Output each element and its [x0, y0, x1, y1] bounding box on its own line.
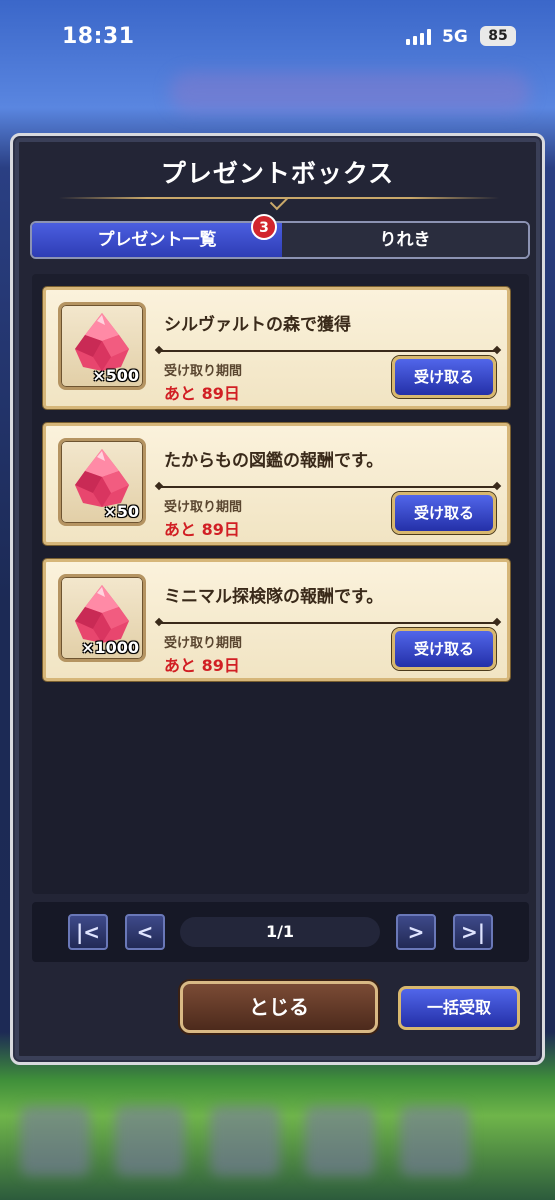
remaining-days: あと 89日: [164, 520, 240, 539]
next-page-button[interactable]: >: [396, 914, 436, 950]
item-quantity: ×1000: [81, 638, 139, 657]
present-item: ×500 シルヴァルトの森で獲得 受け取り期間 あと 89日 受け取る: [43, 287, 510, 409]
tab-present-list[interactable]: プレゼント一覧: [32, 223, 282, 257]
remaining-days: あと 89日: [164, 656, 240, 675]
clock: 18:31: [62, 24, 135, 49]
title-ornament: [269, 191, 289, 211]
notification-badge: 3: [251, 214, 277, 240]
battery-icon: 85: [480, 26, 516, 46]
period-label: 受け取り期間: [164, 636, 243, 651]
receive-button[interactable]: 受け取る: [392, 628, 496, 670]
status-bar: 18:31 5G 85: [0, 0, 555, 72]
close-button[interactable]: とじる: [180, 981, 378, 1033]
item-title: たからもの図鑑の報酬です。: [164, 451, 384, 471]
item-icon-frame: ×500: [58, 302, 146, 390]
tab-history[interactable]: りれき: [282, 223, 528, 257]
tab-bar: プレゼント一覧 りれき: [30, 221, 530, 259]
signal-icon: [406, 29, 434, 45]
page-indicator: 1/1: [180, 917, 380, 947]
blurred-background-menu: [0, 1088, 555, 1200]
item-icon-frame: ×50: [58, 438, 146, 526]
gem-icon: [75, 585, 129, 643]
item-quantity: ×50: [103, 502, 139, 521]
period-label: 受け取り期間: [164, 500, 243, 515]
item-quantity: ×500: [92, 366, 139, 385]
present-box-dialog: プレゼントボックス プレゼント一覧 りれき 3 ×500 シルヴァルトの森で獲得…: [10, 133, 545, 1065]
blurred-background-header: [170, 72, 530, 112]
item-divider: [158, 622, 498, 624]
remaining-days: あと 89日: [164, 384, 240, 403]
period-label: 受け取り期間: [164, 364, 243, 379]
present-item: ×1000 ミニマル探検隊の報酬です。 受け取り期間 あと 89日 受け取る: [43, 559, 510, 681]
first-page-button[interactable]: |<: [68, 914, 108, 950]
present-item: ×50 たからもの図鑑の報酬です。 受け取り期間 あと 89日 受け取る: [43, 423, 510, 545]
receive-button[interactable]: 受け取る: [392, 492, 496, 534]
dialog-title: プレゼントボックス: [160, 159, 395, 188]
item-title: シルヴァルトの森で獲得: [164, 315, 351, 335]
item-title: ミニマル探検隊の報酬です。: [164, 587, 384, 607]
gem-icon: [75, 449, 129, 507]
item-icon-frame: ×1000: [58, 574, 146, 662]
pagination-bar: |< < 1/1 > >|: [32, 902, 529, 962]
gem-icon: [75, 313, 129, 371]
item-divider: [158, 350, 498, 352]
prev-page-button[interactable]: <: [125, 914, 165, 950]
receive-button[interactable]: 受け取る: [392, 356, 496, 398]
bulk-receive-button[interactable]: 一括受取: [398, 986, 520, 1030]
network-type: 5G: [442, 27, 468, 47]
item-divider: [158, 486, 498, 488]
last-page-button[interactable]: >|: [453, 914, 493, 950]
